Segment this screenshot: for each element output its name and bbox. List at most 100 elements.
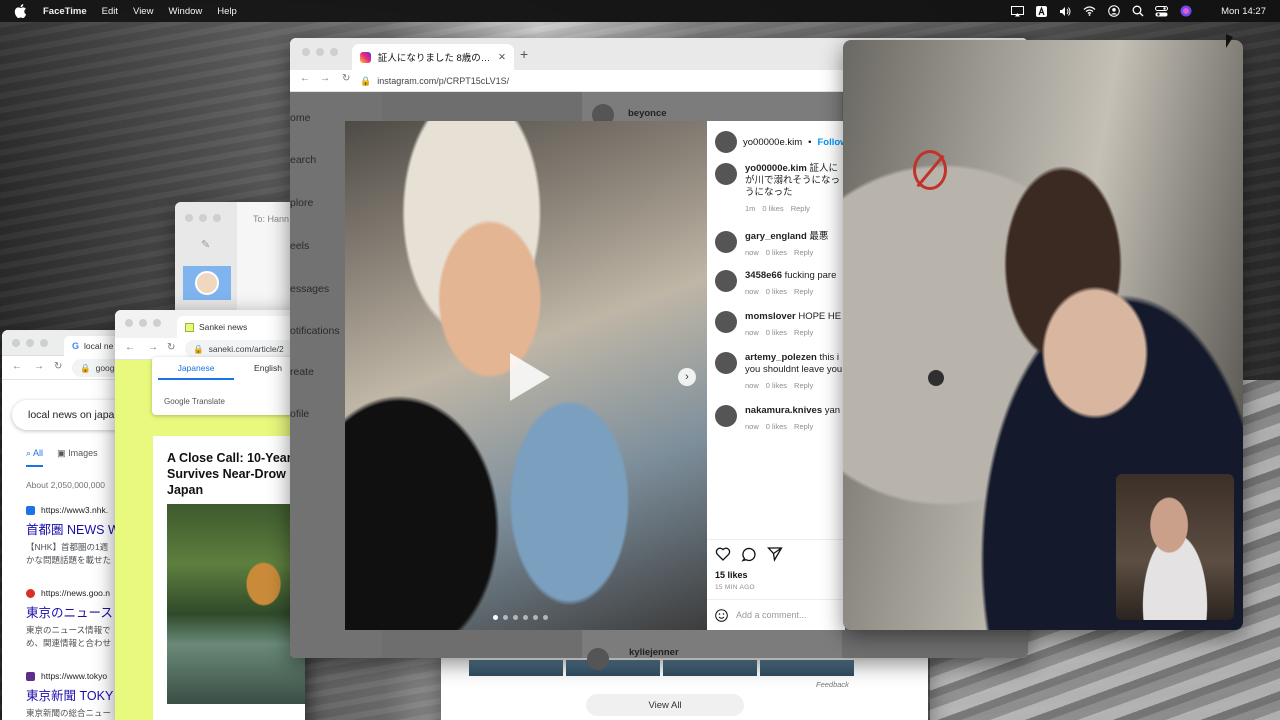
nav-home[interactable]: ome: [290, 112, 310, 124]
feedback-link[interactable]: Feedback: [816, 680, 849, 689]
reload-icon[interactable]: ↻: [54, 361, 62, 372]
comment-likes[interactable]: 0 likes: [766, 381, 787, 390]
menu-edit[interactable]: Edit: [102, 6, 118, 17]
comment-reply[interactable]: Reply: [794, 422, 813, 431]
commenter-username[interactable]: 3458e66: [745, 270, 782, 281]
menu-app-facetime[interactable]: FaceTime: [43, 6, 87, 17]
instagram-address-bar[interactable]: 🔒 instagram.com/p/CRPT15cLV1S/: [360, 72, 509, 90]
emoji-icon[interactable]: [715, 608, 728, 622]
feed-avatar-2[interactable]: [587, 648, 609, 670]
commenter-avatar[interactable]: [715, 405, 737, 427]
forward-arrow-icon[interactable]: →: [320, 73, 330, 84]
comment-reply[interactable]: Reply: [791, 204, 810, 213]
carousel-dot[interactable]: [513, 615, 518, 620]
user-account-icon[interactable]: [1107, 5, 1120, 18]
new-tab-icon[interactable]: +: [520, 46, 528, 62]
nav-create[interactable]: reate: [290, 366, 314, 378]
back-arrow-icon[interactable]: ←: [300, 73, 310, 84]
facetime-self-view[interactable]: [1116, 474, 1234, 620]
instagram-tab[interactable]: 証人になりました 8歳の… ✕: [352, 44, 514, 70]
spotlight-search-icon[interactable]: [1131, 5, 1144, 18]
heart-icon[interactable]: [715, 546, 731, 562]
window-controls[interactable]: [302, 48, 338, 56]
control-center-icon[interactable]: [1155, 5, 1169, 18]
wifi-icon[interactable]: [1083, 5, 1096, 18]
comment-likes[interactable]: 0 likes: [766, 328, 787, 337]
nav-profile[interactable]: ofile: [290, 408, 309, 420]
post-author-avatar[interactable]: [715, 131, 737, 153]
back-arrow-icon[interactable]: ←: [125, 342, 135, 353]
carousel-dot[interactable]: [533, 615, 538, 620]
add-comment-input[interactable]: Add a comment...: [736, 610, 807, 620]
comment-likes[interactable]: 0 likes: [766, 248, 787, 257]
input-source-icon[interactable]: [1035, 5, 1048, 18]
nav-notifications[interactable]: otifications: [290, 325, 340, 337]
nav-search[interactable]: earch: [290, 154, 316, 166]
comment-icon[interactable]: [741, 546, 757, 562]
comment-reply[interactable]: Reply: [794, 287, 813, 296]
view-all-button[interactable]: View All: [586, 694, 744, 716]
close-tab-icon[interactable]: ✕: [498, 52, 506, 63]
volume-icon[interactable]: [1059, 5, 1072, 18]
siri-icon[interactable]: [1179, 5, 1192, 18]
commenter-username[interactable]: momslover: [745, 311, 796, 322]
likes-count[interactable]: 15 likes: [715, 570, 748, 580]
reload-icon[interactable]: ↻: [342, 73, 350, 84]
menu-clock[interactable]: Mon 14:27: [1221, 6, 1266, 17]
contact-avatar[interactable]: [183, 266, 231, 300]
post-author-username[interactable]: yo00000e.kim: [743, 137, 802, 148]
commenter-username[interactable]: gary_england: [745, 231, 807, 242]
forward-arrow-icon[interactable]: →: [34, 361, 44, 372]
commenter-username[interactable]: artemy_polezen: [745, 352, 817, 363]
menu-window[interactable]: Window: [168, 6, 202, 17]
nav-messages[interactable]: essages: [290, 283, 329, 295]
screen-mirroring-icon[interactable]: [1011, 5, 1025, 18]
forward-arrow-icon[interactable]: →: [148, 342, 158, 353]
article-headline[interactable]: A Close Call: 10-Year Survives Near-Drow…: [153, 436, 305, 498]
commenter-avatar[interactable]: [715, 270, 737, 292]
sankei-address-bar[interactable]: 🔒 saneki.com/article/2: [185, 340, 305, 358]
window-controls[interactable]: [125, 319, 161, 327]
sankei-tab[interactable]: Sankei news: [177, 316, 305, 338]
feed-username-2[interactable]: kyliejenner: [629, 647, 679, 658]
commenter-username[interactable]: yo00000e.kim: [745, 163, 807, 174]
google-tab-images[interactable]: ▣ Images: [57, 448, 98, 467]
apple-menu-icon[interactable]: [14, 4, 27, 18]
google-tab-all[interactable]: ⌕ All: [26, 448, 44, 467]
comment-likes[interactable]: 0 likes: [766, 287, 787, 296]
result-title[interactable]: 東京のニュース: [26, 602, 113, 621]
comment-reply[interactable]: Reply: [794, 381, 813, 390]
result-title[interactable]: 首都圏 NEWS W: [26, 519, 120, 538]
reload-icon[interactable]: ↻: [167, 342, 175, 353]
comment-likes[interactable]: 0 likes: [766, 422, 787, 431]
play-icon[interactable]: [510, 353, 550, 401]
commenter-avatar[interactable]: [715, 352, 737, 374]
commenter-avatar[interactable]: [715, 163, 737, 185]
carousel-dot[interactable]: [523, 615, 528, 620]
carousel-next-icon[interactable]: ›: [678, 368, 696, 386]
window-controls[interactable]: [185, 214, 221, 222]
comment-likes[interactable]: 0 likes: [762, 204, 783, 213]
compose-icon[interactable]: ✎: [201, 238, 210, 251]
mail-to-field[interactable]: To: Hann: [253, 214, 289, 224]
carousel-dot[interactable]: [543, 615, 548, 620]
facetime-call-window[interactable]: [843, 40, 1243, 630]
nav-reels[interactable]: eels: [290, 240, 309, 252]
share-icon[interactable]: [767, 546, 783, 562]
result-title[interactable]: 東京新聞 TOKY: [26, 685, 113, 704]
google-result-2[interactable]: https://news.goo.n 東京のニュース 東京のニュース情報で め、関…: [26, 588, 113, 650]
commenter-username[interactable]: nakamura.knives: [745, 405, 822, 416]
commenter-avatar[interactable]: [715, 311, 737, 333]
comment-reply[interactable]: Reply: [794, 328, 813, 337]
menu-help[interactable]: Help: [217, 6, 237, 17]
google-result-1[interactable]: https://www3.nhk. 首都圏 NEWS W 【NHK】首都圏の1週…: [26, 505, 120, 567]
comment-reply[interactable]: Reply: [794, 248, 813, 257]
feed-username[interactable]: beyonce: [628, 108, 667, 119]
carousel-dot[interactable]: [503, 615, 508, 620]
translate-japanese-tab[interactable]: Japanese: [158, 363, 234, 380]
window-controls[interactable]: [12, 339, 48, 347]
carousel-dot[interactable]: [493, 615, 498, 620]
nav-explore[interactable]: plore: [290, 197, 313, 209]
commenter-avatar[interactable]: [715, 231, 737, 253]
menu-view[interactable]: View: [133, 6, 153, 17]
